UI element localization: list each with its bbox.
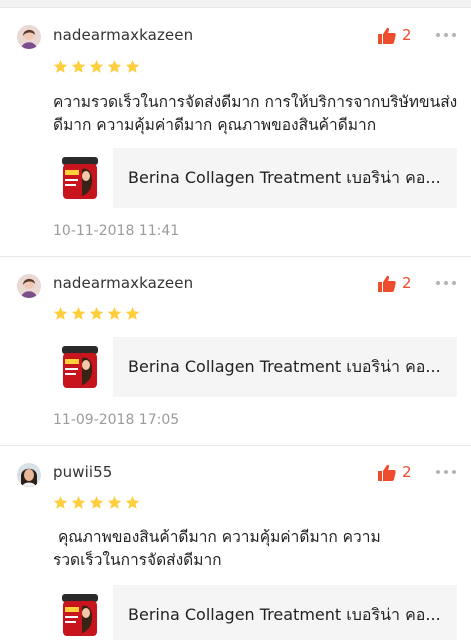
star-icon [71, 59, 86, 73]
like-count: 2 [402, 26, 412, 44]
star-icon [89, 495, 104, 509]
more-dots-icon[interactable] [436, 281, 456, 285]
product-name[interactable]: Berina Collagen Treatment เบอริน่า คอ... [113, 337, 457, 397]
thumbs-up-icon [378, 464, 396, 481]
star-icon [89, 306, 104, 320]
star-icon [71, 495, 86, 509]
product-name[interactable]: Berina Collagen Treatment เบอริน่า คอ... [113, 585, 457, 640]
like-button[interactable]: 2 [378, 463, 412, 481]
review-date: 11-09-2018 17:05 [53, 412, 180, 428]
product-thumbnail [60, 344, 100, 390]
review-username[interactable]: puwii55 [53, 463, 112, 481]
product-thumbnail [60, 592, 100, 638]
star-icon [125, 306, 140, 320]
review-username[interactable]: nadearmaxkazeen [53, 274, 193, 292]
review-item: puwii55 2 คุณภาพของสินค้าดีมาก ความคุ้มค… [0, 447, 471, 640]
product-name[interactable]: Berina Collagen Treatment เบอริน่า คอ... [113, 148, 457, 208]
review-comment: คุณภาพของสินค้าดีมาก ความคุ้มค่าดีมาก คว… [53, 528, 381, 569]
star-icon [53, 59, 68, 73]
star-icon [125, 59, 140, 73]
review-item: nadearmaxkazeen 2 Berina Collagen Treatm… [0, 258, 471, 446]
product-card[interactable]: Berina Collagen Treatment เบอริน่า คอ... [60, 336, 457, 398]
star-icon [89, 59, 104, 73]
top-divider [0, 0, 471, 8]
like-button[interactable]: 2 [378, 274, 412, 292]
product-thumbnail [60, 155, 100, 201]
like-button[interactable]: 2 [378, 26, 412, 44]
like-count: 2 [402, 463, 412, 481]
star-icon [125, 495, 140, 509]
avatar[interactable] [17, 274, 41, 298]
avatar[interactable] [17, 463, 41, 487]
star-icon [107, 495, 122, 509]
star-icon [107, 59, 122, 73]
thumbs-up-icon [378, 27, 396, 44]
review-item: nadearmaxkazeen 2 ความรวดเร็วในการจัดส่ง… [0, 9, 471, 257]
star-rating [53, 495, 140, 510]
star-icon [53, 306, 68, 320]
star-icon [71, 306, 86, 320]
like-count: 2 [402, 274, 412, 292]
more-dots-icon[interactable] [436, 33, 456, 37]
thumbs-up-icon [378, 275, 396, 292]
star-icon [107, 306, 122, 320]
review-username[interactable]: nadearmaxkazeen [53, 26, 193, 44]
star-icon [53, 495, 68, 509]
avatar[interactable] [17, 25, 41, 49]
star-rating [53, 306, 140, 321]
star-rating [53, 59, 140, 74]
review-comment: ความรวดเร็วในการจัดส่งดีมาก การให้บริการ… [53, 93, 458, 134]
more-dots-icon[interactable] [436, 470, 456, 474]
review-date: 10-11-2018 11:41 [53, 223, 180, 239]
product-card[interactable]: Berina Collagen Treatment เบอริน่า คอ... [60, 147, 457, 209]
product-card[interactable]: Berina Collagen Treatment เบอริน่า คอ... [60, 584, 457, 640]
